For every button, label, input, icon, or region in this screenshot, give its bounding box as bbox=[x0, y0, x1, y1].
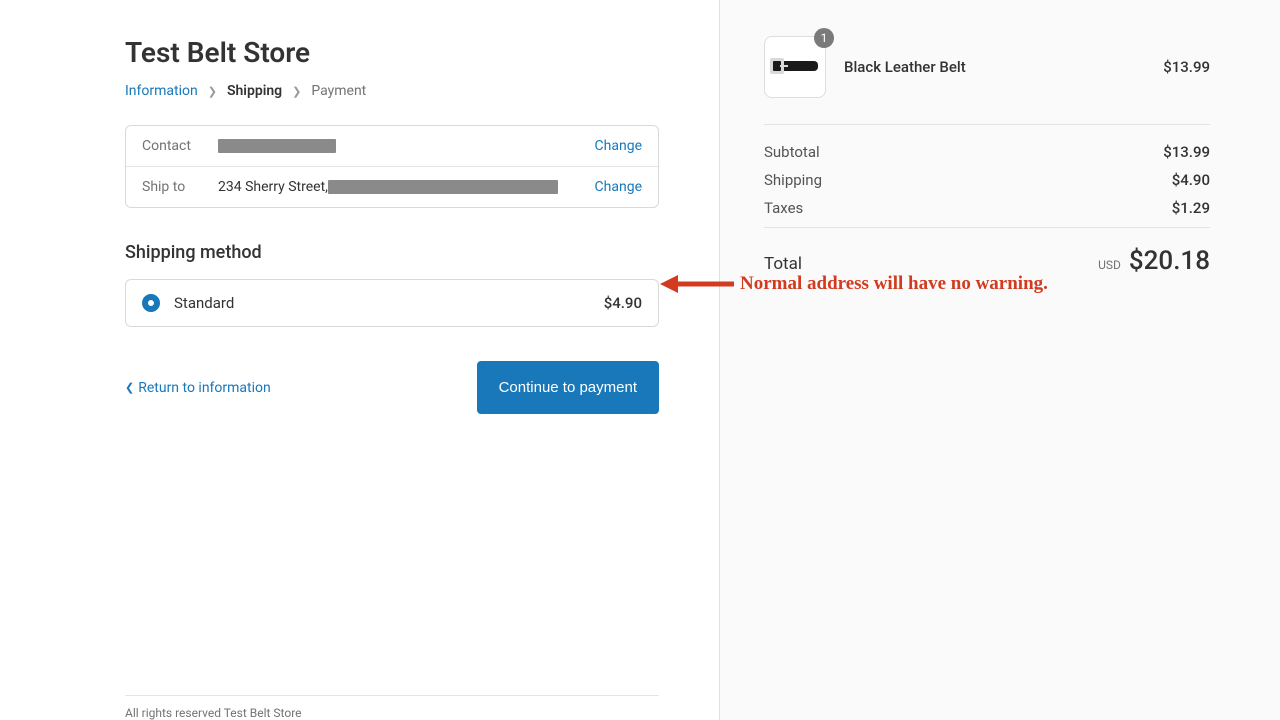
change-shipto-link[interactable]: Change bbox=[595, 179, 642, 195]
divider bbox=[764, 124, 1210, 125]
return-to-information-link[interactable]: ❮ Return to information bbox=[125, 380, 271, 396]
subtotal-label: Subtotal bbox=[764, 143, 820, 161]
chevron-right-icon: ❯ bbox=[208, 85, 217, 98]
chevron-left-icon: ❮ bbox=[125, 381, 134, 394]
action-row: ❮ Return to information Continue to paym… bbox=[125, 361, 659, 414]
review-box: Contact Change Ship to 234 Sherry Street… bbox=[125, 125, 659, 208]
total-value: $20.18 bbox=[1129, 246, 1210, 276]
contact-value bbox=[218, 139, 579, 153]
total-label: Total bbox=[764, 254, 802, 274]
chevron-right-icon: ❯ bbox=[292, 85, 301, 98]
shipping-value: $4.90 bbox=[1172, 171, 1210, 189]
annotation: Normal address will have no warning. bbox=[660, 272, 1048, 296]
return-link-label: Return to information bbox=[138, 380, 271, 396]
shipto-prefix: 234 Sherry Street, bbox=[218, 179, 328, 195]
breadcrumb-information[interactable]: Information bbox=[125, 83, 198, 99]
shipping-row: Shipping $4.90 bbox=[764, 171, 1210, 189]
cart-item: 1 Black Leather Belt $13.99 bbox=[764, 36, 1210, 98]
redacted-text bbox=[328, 180, 558, 194]
radio-selected-icon bbox=[142, 294, 160, 312]
cart-item-qty-badge: 1 bbox=[814, 28, 834, 48]
divider bbox=[764, 227, 1210, 228]
shipping-label: Shipping bbox=[764, 171, 822, 189]
shipping-option-price: $4.90 bbox=[604, 294, 642, 312]
shipping-option-name: Standard bbox=[174, 294, 590, 312]
review-shipto-row: Ship to 234 Sherry Street, Change bbox=[126, 166, 658, 207]
cart-item-price: $13.99 bbox=[1163, 58, 1210, 76]
cart-item-thumb-wrap: 1 bbox=[764, 36, 826, 98]
order-summary-pane: 1 Black Leather Belt $13.99 Subtotal $13… bbox=[720, 0, 1280, 720]
shipping-option-standard[interactable]: Standard $4.90 bbox=[125, 279, 659, 327]
total-currency: USD bbox=[1098, 258, 1121, 272]
shipping-method-heading: Shipping method bbox=[125, 242, 659, 263]
checkout-main: Test Belt Store Information ❯ Shipping ❯… bbox=[0, 0, 720, 720]
breadcrumb-shipping: Shipping bbox=[227, 83, 282, 99]
breadcrumb-payment: Payment bbox=[311, 83, 366, 99]
shipto-label: Ship to bbox=[142, 179, 202, 195]
belt-icon bbox=[770, 49, 820, 85]
change-contact-link[interactable]: Change bbox=[595, 138, 642, 154]
subtotal-row: Subtotal $13.99 bbox=[764, 143, 1210, 161]
subtotal-value: $13.99 bbox=[1163, 143, 1210, 161]
shipto-value: 234 Sherry Street, bbox=[218, 179, 579, 195]
store-title: Test Belt Store bbox=[125, 36, 659, 69]
continue-to-payment-button[interactable]: Continue to payment bbox=[477, 361, 659, 414]
total-value-wrap: USD $20.18 bbox=[1098, 246, 1210, 276]
contact-label: Contact bbox=[142, 138, 202, 154]
redacted-text bbox=[218, 139, 336, 153]
review-contact-row: Contact Change bbox=[126, 126, 658, 166]
arrow-left-icon bbox=[660, 272, 734, 296]
taxes-row: Taxes $1.29 bbox=[764, 199, 1210, 217]
footer: All rights reserved Test Belt Store bbox=[125, 695, 659, 720]
breadcrumb: Information ❯ Shipping ❯ Payment bbox=[125, 83, 659, 99]
cart-item-name: Black Leather Belt bbox=[844, 58, 1145, 76]
annotation-text: Normal address will have no warning. bbox=[740, 273, 1048, 295]
taxes-value: $1.29 bbox=[1172, 199, 1210, 217]
taxes-label: Taxes bbox=[764, 199, 803, 217]
footer-text: All rights reserved Test Belt Store bbox=[125, 706, 302, 720]
